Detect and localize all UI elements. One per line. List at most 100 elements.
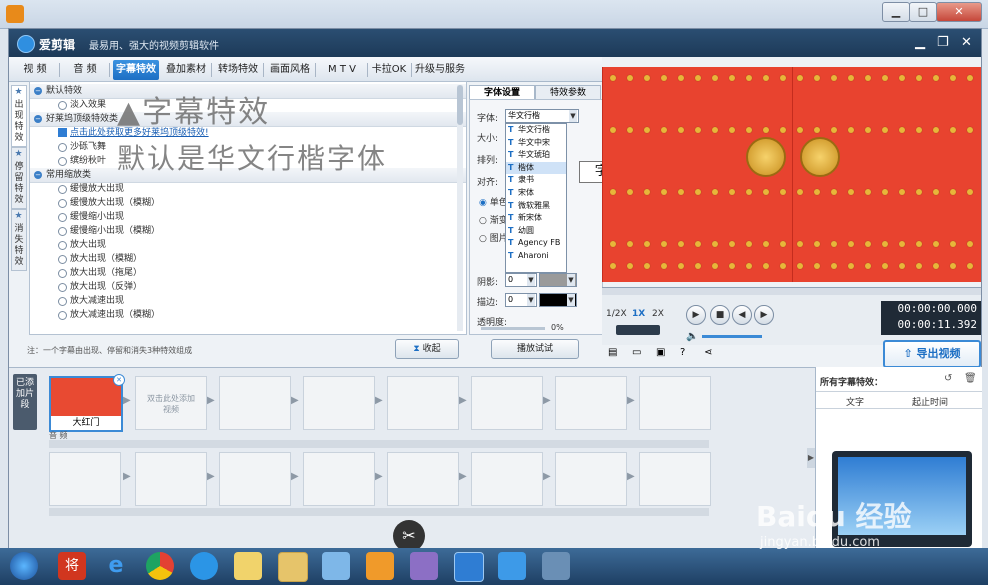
- speed-half[interactable]: 1/2X: [606, 309, 627, 319]
- film-icon[interactable]: ▤: [608, 347, 617, 358]
- list-item[interactable]: 放大出现（拖尾）: [30, 266, 466, 280]
- empty-clip-slot[interactable]: [639, 376, 711, 430]
- paint-icon[interactable]: [410, 552, 438, 580]
- stop-icon[interactable]: ■: [710, 305, 730, 325]
- tab-karaoke[interactable]: 卡拉OK: [369, 60, 409, 80]
- list-item[interactable]: 放大减速出现: [30, 294, 466, 308]
- speed-1x[interactable]: 1X: [632, 309, 645, 319]
- app-restore-icon[interactable]: ❐: [937, 35, 949, 50]
- border-select[interactable]: 0 ▼: [505, 293, 537, 307]
- scroll-thumb[interactable]: [457, 85, 463, 125]
- empty-clip-slot[interactable]: [471, 376, 543, 430]
- share-icon[interactable]: ⋖: [704, 347, 712, 358]
- tab-audio[interactable]: 音 频: [65, 60, 105, 80]
- list-scrollbar[interactable]: [457, 85, 463, 331]
- video-player-icon[interactable]: [366, 552, 394, 580]
- ie-icon[interactable]: e: [102, 552, 130, 580]
- trash-icon[interactable]: 🗑: [964, 373, 977, 384]
- empty-clip-slot[interactable]: [303, 452, 375, 506]
- play-preview-button[interactable]: 播放试试: [491, 339, 579, 359]
- tab-upgrade-service[interactable]: 升级与服务: [413, 60, 467, 80]
- collapse-button[interactable]: ⧗ 收起: [395, 339, 459, 359]
- volume-icon[interactable]: 🔈: [686, 331, 698, 342]
- empty-clip-slot[interactable]: [639, 452, 711, 506]
- app-minimize-icon[interactable]: ▁: [915, 35, 925, 50]
- shadow-select[interactable]: 0 ▼: [505, 273, 537, 287]
- list-item[interactable]: 缓慢放大出现: [30, 182, 466, 196]
- font-option[interactable]: T 幼圆: [506, 225, 566, 238]
- chrome-icon[interactable]: [146, 552, 174, 580]
- font-option[interactable]: T 微软雅黑: [506, 200, 566, 213]
- added-clips-tab[interactable]: 已添加片段: [13, 374, 37, 430]
- empty-clip-slot[interactable]: [49, 452, 121, 506]
- save-icon[interactable]: ▣: [656, 347, 665, 358]
- audio-track[interactable]: [49, 508, 709, 516]
- remove-clip-icon[interactable]: ✕: [113, 374, 125, 386]
- shadow-color-picker[interactable]: ▼: [539, 273, 577, 287]
- audio-track[interactable]: [49, 440, 709, 448]
- tab-mtv[interactable]: M T V: [319, 60, 365, 80]
- start-button[interactable]: [10, 552, 38, 580]
- font-select[interactable]: 华文行楷 ▼: [505, 109, 579, 123]
- empty-clip-slot[interactable]: [303, 376, 375, 430]
- side-tab-appear[interactable]: ★ 出现特效: [11, 85, 27, 147]
- video-preview[interactable]: [602, 67, 981, 282]
- font-option[interactable]: T 隶书: [506, 174, 566, 187]
- tab-transition-effects[interactable]: 转场特效: [215, 60, 261, 80]
- font-option-selected[interactable]: T 楷体: [506, 161, 566, 175]
- app-jiang-icon[interactable]: 将: [58, 552, 86, 580]
- list-item[interactable]: 放大出现（反弹）: [30, 280, 466, 294]
- list-item[interactable]: 放大出现（模糊）: [30, 252, 466, 266]
- font-option[interactable]: T Aharoni: [506, 250, 566, 263]
- play-icon[interactable]: ▶: [686, 305, 706, 325]
- tab-overlay-material[interactable]: 叠加素材: [163, 60, 209, 80]
- tab-video[interactable]: 视 频: [15, 60, 55, 80]
- app-icon[interactable]: [322, 552, 350, 580]
- timeline-clip[interactable]: 大红门 ✕: [49, 374, 125, 432]
- list-item[interactable]: 放大减速出现（模糊）: [30, 308, 466, 322]
- empty-clip-slot[interactable]: [555, 376, 627, 430]
- next-frame-icon[interactable]: ▶: [754, 305, 774, 325]
- empty-clip-slot[interactable]: 双击此处添加视频: [135, 376, 207, 430]
- speed-2x[interactable]: 2X: [652, 309, 664, 319]
- list-item[interactable]: 缓慢缩小出现: [30, 210, 466, 224]
- folder-icon[interactable]: ▭: [632, 347, 641, 358]
- list-item[interactable]: 放大出现: [30, 238, 466, 252]
- color-option-image[interactable]: ○ 图片: [479, 231, 508, 244]
- aijianji-taskbar-icon[interactable]: [454, 552, 484, 582]
- explorer-icon[interactable]: [278, 552, 308, 582]
- app-icon[interactable]: [498, 552, 526, 580]
- color-option-solid[interactable]: ◉ 单色: [479, 195, 508, 208]
- empty-clip-slot[interactable]: [471, 452, 543, 506]
- empty-clip-slot[interactable]: [135, 452, 207, 506]
- volume-slider[interactable]: [702, 335, 762, 338]
- prev-frame-icon[interactable]: ◀: [732, 305, 752, 325]
- font-option[interactable]: T Agency FB: [506, 237, 566, 250]
- empty-clip-slot[interactable]: [555, 452, 627, 506]
- border-color-picker[interactable]: ▼: [539, 293, 577, 307]
- empty-clip-slot[interactable]: [219, 376, 291, 430]
- tab-picture-style[interactable]: 画面风格: [267, 60, 313, 80]
- font-dropdown-list[interactable]: T 华文行楷 T 华文中宋 T 华文琥珀 T 楷体 T 隶书 T 宋体 T 微软雅黑 T 新宋体…: [505, 123, 567, 273]
- tab-subtitle-effects[interactable]: 字幕特效: [113, 60, 159, 80]
- app-close-icon[interactable]: ✕: [961, 35, 972, 50]
- side-tab-stay[interactable]: ★ 停留特效: [11, 147, 27, 209]
- empty-clip-slot[interactable]: [387, 376, 459, 430]
- list-item[interactable]: 缓慢放大出现（模糊）: [30, 196, 466, 210]
- empty-clip-slot[interactable]: [387, 452, 459, 506]
- help-icon[interactable]: ?: [680, 347, 685, 358]
- app-icon[interactable]: [542, 552, 570, 580]
- color-option-gradient[interactable]: ○ 渐变: [479, 213, 508, 226]
- font-option[interactable]: T 新宋体: [506, 212, 566, 225]
- font-option[interactable]: T 华文行楷: [506, 124, 566, 137]
- font-option[interactable]: T 宋体: [506, 187, 566, 200]
- opacity-slider[interactable]: [481, 327, 545, 330]
- expand-panel-icon[interactable]: ▶: [807, 448, 815, 468]
- side-tab-disappear[interactable]: ★ 消失特效: [11, 209, 27, 271]
- font-option[interactable]: T 华文琥珀: [506, 149, 566, 162]
- speed-slider[interactable]: [616, 325, 660, 335]
- export-video-button[interactable]: ⇧ 导出视频: [883, 340, 981, 368]
- undo-icon[interactable]: ↺: [944, 373, 952, 384]
- qq-browser-icon[interactable]: [190, 552, 218, 580]
- list-item[interactable]: 缓慢缩小出现（模糊）: [30, 224, 466, 238]
